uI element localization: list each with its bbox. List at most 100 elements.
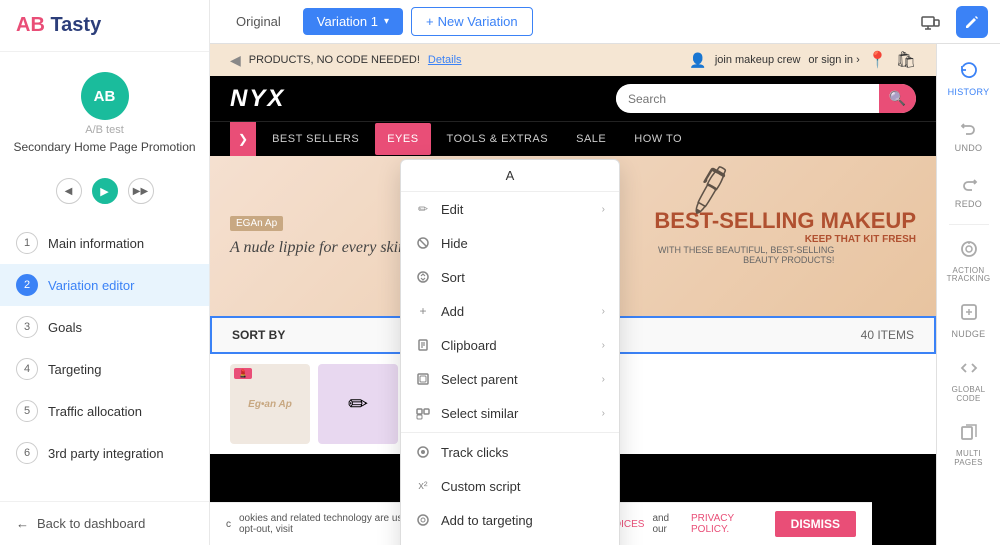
- menu-item-edit[interactable]: ✏ Edit ›: [401, 192, 619, 226]
- prev-button[interactable]: ◀: [56, 178, 82, 204]
- menu-track-clicks-label: Track clicks: [441, 445, 508, 460]
- website-preview: ◀ PRODUCTS, NO CODE NEEDED! Details 👤 jo…: [210, 44, 936, 545]
- action-tracking-icon: [959, 239, 979, 264]
- redo-icon: [959, 172, 979, 197]
- nav-arrow-left[interactable]: ❯: [230, 122, 256, 156]
- logo-tasty: Tasty: [50, 14, 101, 36]
- nav-tools[interactable]: TOOLS & EXTRAS: [435, 123, 561, 155]
- nav-eyes[interactable]: EYES: [375, 123, 430, 155]
- menu-select-similar-label: Select similar: [441, 406, 518, 421]
- clipboard-icon: [415, 337, 431, 353]
- menu-header: A: [401, 160, 619, 192]
- menu-item-custom-script[interactable]: x² Custom script: [401, 469, 619, 503]
- track-clicks-icon: [415, 444, 431, 460]
- back-arrow-icon: ←: [16, 516, 29, 531]
- items-count: 40 ITEMS: [861, 328, 914, 342]
- step-4[interactable]: 4 Targeting: [0, 348, 209, 390]
- nyx-search-bar: 🔍: [616, 84, 916, 113]
- next-button[interactable]: ▶▶: [128, 178, 154, 204]
- global-code-label: GLOBALCODE: [952, 386, 986, 404]
- menu-edit-label: Edit: [441, 202, 463, 217]
- rt-global-code[interactable]: GLOBALCODE: [937, 350, 1000, 412]
- product-img-2: ✏: [318, 364, 398, 444]
- menu-item-add[interactable]: + Add ›: [401, 294, 619, 328]
- edit-arrow-icon: ›: [602, 204, 605, 215]
- topbar-actions: [914, 6, 988, 38]
- step-6[interactable]: 6 3rd party integration: [0, 432, 209, 474]
- menu-item-add-targeting[interactable]: Add to targeting: [401, 503, 619, 537]
- menu-item-clipboard[interactable]: Clipboard ›: [401, 328, 619, 362]
- nav-best-sellers[interactable]: BEST SELLERS: [260, 123, 371, 155]
- cart-icon[interactable]: 🛍: [896, 50, 916, 70]
- menu-item-track-clicks[interactable]: Track clicks: [401, 435, 619, 469]
- custom-script-icon: x²: [415, 478, 431, 494]
- hide-icon: [415, 235, 431, 251]
- nyx-logo: NYX: [230, 85, 285, 113]
- global-code-icon: [959, 358, 979, 383]
- main-area: Original Variation 1 ▾ + New Variation: [210, 0, 1000, 545]
- rt-action-tracking[interactable]: ACTIONTRACKING: [937, 231, 1000, 293]
- select-parent-icon: [415, 371, 431, 387]
- search-button[interactable]: 🔍: [879, 84, 916, 113]
- dismiss-button[interactable]: DISMISS: [775, 511, 856, 537]
- step-2[interactable]: 2 Variation editor: [0, 264, 209, 306]
- egan-badge: EGAn Ap: [230, 216, 283, 231]
- menu-divider-1: [401, 432, 619, 433]
- join-text[interactable]: join makeup crew: [715, 54, 801, 66]
- campaign-name: Secondary Home Page Promotion: [1, 136, 207, 158]
- location-icon[interactable]: 📍: [868, 50, 888, 70]
- tab-new-variation[interactable]: + New Variation: [411, 7, 533, 36]
- add-arrow-icon: ›: [602, 306, 605, 317]
- step-5-label: Traffic allocation: [48, 404, 142, 419]
- menu-item-select-similar[interactable]: Select similar ›: [401, 396, 619, 430]
- banner-text: PRODUCTS, NO CODE NEEDED!: [249, 54, 420, 66]
- devices-icon: [920, 12, 940, 32]
- step-1[interactable]: 1 Main information: [0, 222, 209, 264]
- tab-dropdown-icon[interactable]: ▾: [384, 16, 389, 27]
- product-card-2[interactable]: ✏: [318, 364, 398, 444]
- action-tracking-label: ACTIONTRACKING: [947, 267, 991, 285]
- or-sign-in: or sign in ›: [808, 54, 859, 66]
- hero-desc: WITH THESE BEAUTIFUL, BEST-SELLING BEAUT…: [654, 245, 834, 265]
- menu-clipboard-label: Clipboard: [441, 338, 497, 353]
- play-button[interactable]: ▶: [92, 178, 118, 204]
- rt-multi-pages[interactable]: MULTIPAGES: [937, 414, 1000, 476]
- logo-ab: AB: [16, 14, 45, 36]
- select-parent-arrow-icon: ›: [602, 374, 605, 385]
- step-5[interactable]: 5 Traffic allocation: [0, 390, 209, 432]
- privacy-link[interactable]: PRIVACY POLICY.: [691, 513, 767, 535]
- context-menu: A ✏ Edit › Hide Sort: [400, 159, 620, 545]
- search-input[interactable]: [616, 86, 879, 112]
- menu-select-parent-label: Select parent: [441, 372, 518, 387]
- menu-add-label: Add: [441, 304, 464, 319]
- menu-item-nudge[interactable]: Nudge: [401, 537, 619, 545]
- product-card-1[interactable]: Eg•an Ap 💄: [230, 364, 310, 444]
- menu-item-select-parent[interactable]: Select parent ›: [401, 362, 619, 396]
- rt-nudge[interactable]: NUDGE: [937, 294, 1000, 348]
- top-bar: Original Variation 1 ▾ + New Variation: [210, 0, 1000, 44]
- rt-undo[interactable]: UNDO: [937, 108, 1000, 162]
- edit-button[interactable]: [956, 6, 988, 38]
- menu-item-hide[interactable]: Hide: [401, 226, 619, 260]
- step-2-label: Variation editor: [48, 278, 134, 293]
- right-toolbar: HISTORY UNDO REDO ACTIONTRACKING: [936, 44, 1000, 545]
- redo-label: REDO: [955, 200, 982, 210]
- rt-history[interactable]: HISTORY: [937, 52, 1000, 106]
- banner-link[interactable]: Details: [428, 54, 462, 66]
- nav-sale[interactable]: SALE: [564, 123, 618, 155]
- toolbar-divider-1: [949, 224, 989, 225]
- tab-original[interactable]: Original: [222, 8, 295, 35]
- nav-howto[interactable]: HOW TO: [622, 123, 694, 155]
- cookie-text: c: [226, 519, 231, 530]
- playback-controls: ◀ ▶ ▶▶: [0, 168, 209, 214]
- step-3[interactable]: 3 Goals: [0, 306, 209, 348]
- tab-variation1[interactable]: Variation 1 ▾: [303, 8, 403, 35]
- devices-button[interactable]: [914, 6, 946, 38]
- menu-custom-script-label: Custom script: [441, 479, 520, 494]
- logo-area: AB Tasty: [0, 0, 209, 52]
- nudge-toolbar-icon: [959, 302, 979, 327]
- rt-redo[interactable]: REDO: [937, 164, 1000, 218]
- step-1-num: 1: [16, 232, 38, 254]
- back-to-dashboard[interactable]: ← Back to dashboard: [0, 501, 209, 545]
- menu-item-sort[interactable]: Sort: [401, 260, 619, 294]
